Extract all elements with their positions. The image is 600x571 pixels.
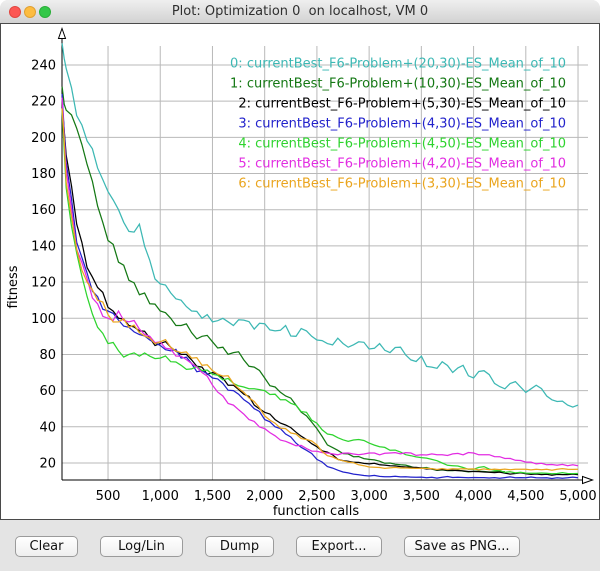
x-tick-label: 500 xyxy=(96,489,121,504)
legend-entry: 1: currentBest_F6-Problem+(10,30)-ES_Mea… xyxy=(230,77,566,92)
x-tick-label: 4,000 xyxy=(455,489,492,504)
close-button[interactable] xyxy=(9,6,21,18)
save-as-png-button[interactable]: Save as PNG... xyxy=(404,536,520,557)
legend-entry: 3: currentBest_F6-Problem+(4,30)-ES_Mean… xyxy=(238,117,566,132)
legend-entry: 6: currentBest_F6-Problem+(3,30)-ES_Mean… xyxy=(238,177,566,192)
minimize-button[interactable] xyxy=(24,6,36,18)
y-axis-title: fitness xyxy=(6,257,22,317)
legend-entry: 0: currentBest_F6-Problem+(20,30)-ES_Mea… xyxy=(230,57,566,72)
y-tick-label: 20 xyxy=(39,456,56,471)
y-tick-label: 220 xyxy=(31,95,56,110)
y-tick-label: 80 xyxy=(39,348,56,363)
log-lin-button[interactable]: Log/Lin xyxy=(100,536,183,557)
x-tick-label: 4,500 xyxy=(507,489,544,504)
maximize-button[interactable] xyxy=(39,6,51,18)
y-tick-label: 60 xyxy=(39,384,56,399)
legend-entry: 5: currentBest_F6-Problem+(4,20)-ES_Mean… xyxy=(238,157,566,172)
button-bar: Clear Log/Lin Dump Export... Save as PNG… xyxy=(0,521,600,571)
plot-window: Plot: Optimization 0 on localhost, VM 0 … xyxy=(0,0,600,571)
y-tick-label: 100 xyxy=(31,312,56,327)
legend-entry: 4: currentBest_F6-Problem+(4,50)-ES_Mean… xyxy=(238,137,566,152)
y-tick-label: 240 xyxy=(31,59,56,74)
legend-entry: 2: currentBest_F6-Problem+(5,30)-ES_Mean… xyxy=(238,97,566,112)
x-tick-label: 2,000 xyxy=(246,489,283,504)
x-axis-title: function calls xyxy=(56,504,576,519)
y-tick-label: 200 xyxy=(31,131,56,146)
window-title: Plot: Optimization 0 on localhost, VM 0 xyxy=(0,0,600,23)
plot-panel: 20 40 60 80 100 120 140 160 180 200 220 240 500 1,000… xyxy=(0,23,600,521)
dump-button[interactable]: Dump xyxy=(205,536,274,557)
x-tick-label: 1,500 xyxy=(194,489,231,504)
y-tick-label: 40 xyxy=(39,420,56,435)
export-button[interactable]: Export... xyxy=(296,536,382,557)
x-tick-label: 2,500 xyxy=(298,489,335,504)
x-tick-label: 3,500 xyxy=(403,489,440,504)
chart-canvas: 20 40 60 80 100 120 140 160 180 200 220 240 500 1,000… xyxy=(0,23,600,521)
x-tick-label: 1,000 xyxy=(142,489,179,504)
window-titlebar: Plot: Optimization 0 on localhost, VM 0 xyxy=(0,0,600,24)
y-tick-label: 120 xyxy=(31,276,56,291)
y-tick-label: 140 xyxy=(31,239,56,254)
y-tick-label: 180 xyxy=(31,167,56,182)
x-tick-label: 3,000 xyxy=(351,489,388,504)
clear-button[interactable]: Clear xyxy=(15,536,78,557)
y-tick-label: 160 xyxy=(31,203,56,218)
x-tick-label: 5,000 xyxy=(559,489,596,504)
